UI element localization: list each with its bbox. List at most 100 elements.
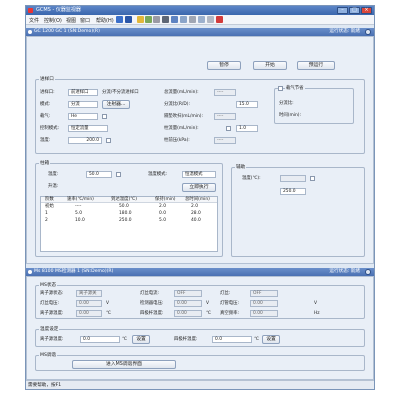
saver-ratio-label: 分流比: [279,101,294,106]
carrier-gas-select[interactable]: He [68,113,98,120]
source-status-value: 离子源关 [76,290,102,297]
lens-voltage-label: 灯丝电压: [40,301,60,306]
aux-temp-input[interactable]: 250.0 [280,188,306,195]
control-mode-select[interactable]: 恒定流量 [68,125,108,132]
column-flow-input[interactable]: 1.0 [236,125,258,132]
menu-control[interactable]: 控制(O) [44,17,62,24]
run-now-button[interactable]: 立即执行 [182,183,216,192]
menu-file[interactable]: 文件 [29,17,39,24]
multiplier-voltage-unit: V [314,301,318,306]
toolbar-stop-icon[interactable] [216,16,223,23]
col-target: 到达温度(℃) [111,197,137,202]
col-rate: 速率(℃/min) [67,197,94,202]
source-temp-input[interactable]: 0.0 [80,336,120,343]
set-quad-temp-button[interactable]: 设置 [262,335,280,344]
close-button[interactable]: × [361,7,372,14]
vacuum-freq-value: 0.00 [250,310,278,317]
toolbar-tool-icon[interactable] [145,16,152,23]
quad-temp-value: 0.00 [174,310,202,317]
detector-voltage-unit: V [206,301,210,306]
toolbar-question-icon[interactable] [207,16,214,23]
column-flow-checkbox[interactable] [226,126,231,131]
cell: ---- [75,204,82,209]
cell: 50.0 [119,204,129,209]
start-button[interactable]: 开始 [253,61,287,70]
status-bar: 需要帮助，按F1 [26,380,374,389]
toolbar-camera-icon[interactable] [162,16,169,23]
ms-icon [28,270,32,274]
oven-temp-input[interactable]: 50.0 [86,171,112,178]
toolbar-chart-icon[interactable] [125,16,132,23]
control-mode-label: 控制模式: [40,126,60,131]
app-icon [28,8,33,13]
inlet-temp-label: 温度: [40,138,51,143]
cell: 2.0 [191,204,198,209]
quad-setpoint-input[interactable]: 0.0 [212,336,252,343]
total-flow-label: 总流量(mL/min): [164,90,199,95]
split-ratio-input[interactable]: 15.0 [236,101,258,108]
cell: 28.0 [191,211,201,216]
column-oven-group: 柱箱 温度: 50.0 温度模式: 恒温模式 升温: 立即执行 阶数 速率(℃/… [35,161,223,257]
carrier-gas-checkbox[interactable] [102,114,107,119]
aux-temp-setpoint [280,175,306,182]
title-bar: GCMS - 仪器监视器 – □ × [26,6,374,15]
inlet-mode-select[interactable]: 分流 [68,101,98,108]
prerun-button[interactable]: 预运行 [297,61,335,70]
minimize-button[interactable]: – [337,7,348,14]
table-row[interactable]: 1 5.0 180.0 0.0 28.0 [41,211,217,217]
split-ratio-label: 分流比(R/D): [164,102,190,107]
quad-temp-label: 四极杆温度: [140,311,164,316]
stop-button[interactable]: 暂停 [207,61,241,70]
inlet-port-select[interactable]: 前进样口 [68,89,98,96]
filament-current-label: 灯丝电流: [140,291,160,296]
injector-setup-button[interactable]: 注射器... [102,100,130,109]
inlet-mode-label: 模式: [40,102,51,107]
menu-view[interactable]: 视图 [66,17,76,24]
inlet-temp-checkbox[interactable] [106,138,111,143]
inlet-title: 进样口 [39,77,55,82]
menu-bar: 文件 控制(O) 视图 窗口 帮助(H) [26,15,374,25]
toolbar-monitor-icon[interactable] [116,16,123,23]
set-source-temp-button[interactable]: 设置 [132,335,150,344]
toolbar-gear-icon[interactable] [171,16,178,23]
toolbar-flask-icon[interactable] [180,16,187,23]
source-temp-label: 离子源温度: [40,337,64,342]
temp-mode-label: 温度模式: [148,172,168,177]
ion-source-temp-value: 0.00 [76,310,102,317]
toolbar-pin-icon[interactable] [189,16,196,23]
gc-section-header: GC 1200 GC 1 (SN:Demo)(R) 运行状态: 就绪 [26,28,374,36]
table-row[interactable]: 2 10.0 250.0 5.0 40.0 [41,218,217,224]
filament-value: OFF [250,290,278,297]
gc-icon [28,30,32,34]
temp-mode-select[interactable]: 恒温模式 [182,171,216,178]
maximize-button[interactable]: □ [349,7,360,14]
aux-group: 辅助 温度(℃): 250.0 [231,165,365,257]
detector-voltage-value: 0.00 [174,300,202,307]
table-row[interactable]: 初始 ---- 50.0 2.0 2.0 [41,204,217,210]
cell: 0.0 [159,211,166,216]
toolbar-link-icon[interactable] [153,16,160,23]
toolbar-folder-icon[interactable] [137,16,144,23]
gc-section-title: GC 1200 GC 1 (SN:Demo)(R) [34,29,100,34]
carrier-saver-group: 载气节省 分流比: 时间(min): [274,86,354,124]
carrier-saver-checkbox[interactable] [278,86,283,91]
temp-setting-group: 温度设定 离子源温度: 0.0 ℃ 设置 四极杆温度: 0.0 ℃ 设置 [35,327,365,347]
gc-settings-icon[interactable] [365,29,371,35]
enter-ms-tune-button[interactable]: 进入MS调谐界面 [72,360,176,369]
carrier-gas-label: 载气: [40,114,51,119]
oven-temp-checkbox[interactable] [116,172,121,177]
detector-voltage-label: 检测器电压: [140,301,164,306]
ms-settings-icon[interactable] [365,269,371,275]
inlet-temp-input[interactable]: 200.0 [68,137,102,144]
col-stage: 阶数 [45,197,54,202]
ion-source-temp-unit: ℃ [106,311,111,316]
aux-temp-checkbox[interactable] [310,176,315,181]
toolbar-filter-icon[interactable] [198,16,205,23]
ms-panel: MS状态 离子源状态: 离子源关 灯丝电流: OFF 灯丝: OFF 灯丝电压:… [26,276,374,380]
cell: 2.0 [159,204,166,209]
lens-voltage-value: 0.00 [76,300,102,307]
menu-help[interactable]: 帮助(H) [96,17,114,24]
gc-run-status: 运行状态: 就绪 [329,29,360,34]
filament-current-value: OFF [174,290,202,297]
menu-window[interactable]: 窗口 [80,17,90,24]
